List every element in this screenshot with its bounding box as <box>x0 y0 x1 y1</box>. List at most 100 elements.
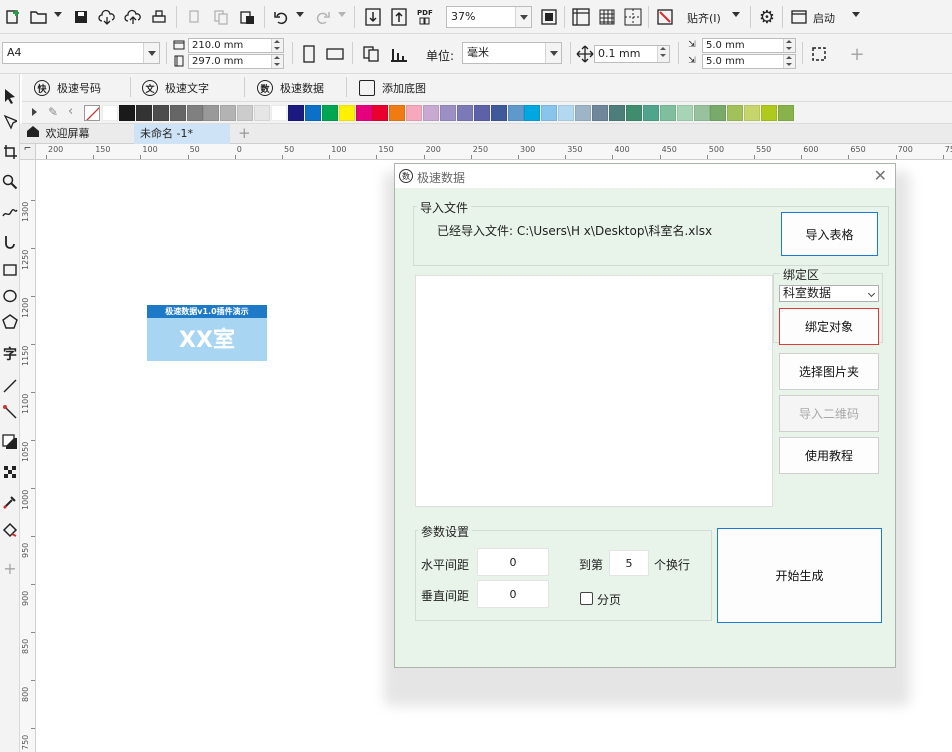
color-swatch[interactable] <box>643 105 659 121</box>
color-swatch[interactable] <box>710 105 726 121</box>
select-image-folder-button[interactable]: 选择图片夹 <box>779 353 879 390</box>
color-swatch[interactable] <box>153 105 169 121</box>
palette-scroll-left-arrow[interactable] <box>32 108 37 116</box>
transparency-tool-icon[interactable] <box>0 460 20 484</box>
no-color-swatch[interactable] <box>84 105 100 121</box>
paginate-checkbox[interactable] <box>580 592 593 605</box>
show-grid-icon[interactable] <box>596 6 618 28</box>
color-swatch[interactable] <box>778 105 794 121</box>
options-gear-icon[interactable]: ⚙ <box>756 6 778 28</box>
open-dropdown-arrow[interactable] <box>54 12 62 17</box>
color-swatch[interactable] <box>119 105 135 121</box>
parallel-dimension-tool-icon[interactable] <box>0 374 20 398</box>
page-width-spinner[interactable] <box>271 39 283 52</box>
launch-dropdown-arrow[interactable] <box>852 12 860 17</box>
bind-object-button[interactable]: 绑定对象 <box>779 308 879 345</box>
plugin-fast-number-button[interactable]: 快 极速号码 <box>34 78 101 98</box>
zoom-dropdown-arrow[interactable] <box>515 7 531 27</box>
snap-dropdown-arrow[interactable] <box>732 12 740 17</box>
rectangle-tool-icon[interactable] <box>0 258 20 282</box>
color-swatch[interactable] <box>575 105 591 121</box>
freehand-tool-icon[interactable] <box>0 200 20 224</box>
page-size-dropdown-arrow[interactable] <box>143 43 159 63</box>
horizontal-ruler[interactable]: 200 150 100 50 0 50 100 150 200 250 300 350 400 450 50… <box>36 144 952 160</box>
pick-tool-icon[interactable] <box>0 84 20 108</box>
ellipse-tool-icon[interactable] <box>0 284 20 308</box>
redo-icon[interactable] <box>312 6 334 28</box>
undo-dropdown-arrow[interactable] <box>296 12 304 17</box>
ruler-origin[interactable]: ⌐ <box>20 144 36 160</box>
data-list-panel[interactable] <box>415 275 773 507</box>
full-screen-preview-icon[interactable] <box>538 6 560 28</box>
tab-welcome-screen[interactable]: 欢迎屏幕 <box>20 124 132 144</box>
connector-tool-icon[interactable] <box>0 400 20 424</box>
color-swatch[interactable] <box>677 105 693 121</box>
color-swatch[interactable] <box>541 105 557 121</box>
zoom-tool-icon[interactable] <box>0 170 20 194</box>
wrap-count-input[interactable]: 5 <box>609 550 649 576</box>
color-swatch[interactable] <box>524 105 540 121</box>
plugin-fast-data-button[interactable]: 数 极速数据 <box>257 78 324 98</box>
text-tool-icon[interactable]: 字 <box>0 342 20 366</box>
add-icon[interactable]: + <box>846 43 868 65</box>
cloud-upload-icon[interactable] <box>122 6 144 28</box>
eyedropper-tool-icon[interactable] <box>0 490 20 514</box>
color-swatch[interactable] <box>744 105 760 121</box>
redo-dropdown-arrow[interactable] <box>338 12 346 17</box>
color-swatch[interactable] <box>609 105 625 121</box>
color-swatch[interactable] <box>626 105 642 121</box>
start-generate-button[interactable]: 开始生成 <box>717 528 882 623</box>
zoom-level-select[interactable]: 37% <box>446 6 532 28</box>
dialog-titlebar[interactable]: 数 极速数据 ✕ <box>395 164 895 188</box>
color-swatch[interactable] <box>254 105 270 121</box>
color-swatch[interactable] <box>592 105 608 121</box>
import-qr-code-button[interactable]: 导入二维码 <box>779 395 879 432</box>
snap-to-label[interactable]: 贴齐(I) <box>687 10 721 26</box>
artistic-media-tool-icon[interactable] <box>0 230 20 254</box>
cloud-download-icon[interactable] <box>96 6 118 28</box>
color-swatch[interactable] <box>727 105 743 121</box>
import-table-button[interactable]: 导入表格 <box>781 212 878 256</box>
color-swatch[interactable] <box>440 105 456 121</box>
crop-tool-icon[interactable] <box>0 140 20 164</box>
add-tab-icon[interactable]: + <box>232 124 252 144</box>
plugin-fast-text-button[interactable]: 文 极速文字 <box>142 78 209 98</box>
color-swatch[interactable] <box>102 105 118 121</box>
color-swatch[interactable] <box>389 105 405 121</box>
page-size-select[interactable]: A4 <box>2 42 160 64</box>
color-swatch[interactable] <box>508 105 524 121</box>
vertical-spacing-input[interactable]: 0 <box>477 580 549 608</box>
show-rulers-icon[interactable] <box>570 6 592 28</box>
units-select[interactable]: 毫米 <box>462 42 562 64</box>
eyedropper-icon[interactable]: ✎ <box>48 105 58 119</box>
bind-field-select[interactable]: 科室数据 <box>779 285 879 302</box>
close-icon[interactable]: ✕ <box>874 166 887 185</box>
nudge-distance-input[interactable]: 0.1 mm <box>594 45 670 63</box>
color-swatch[interactable] <box>474 105 490 121</box>
color-swatch[interactable] <box>170 105 186 121</box>
color-swatch[interactable] <box>491 105 507 121</box>
nudge-distance-spinner[interactable] <box>657 46 669 62</box>
color-swatch[interactable] <box>288 105 304 121</box>
add-tool-icon[interactable]: + <box>0 556 20 580</box>
color-swatch[interactable] <box>457 105 473 121</box>
shape-tool-icon[interactable] <box>0 110 20 134</box>
paste-icon[interactable] <box>236 6 258 28</box>
duplicate-y-spinner[interactable] <box>783 55 795 68</box>
tutorial-button[interactable]: 使用教程 <box>779 437 879 474</box>
horizontal-spacing-input[interactable]: 0 <box>477 548 549 576</box>
show-guidelines-icon[interactable] <box>622 6 644 28</box>
palette-prev-arrow[interactable]: ‹ <box>68 104 73 119</box>
color-swatch[interactable] <box>339 105 355 121</box>
page-height-input[interactable]: 297.0 mm <box>188 54 284 69</box>
color-swatch[interactable] <box>271 105 287 121</box>
color-swatch[interactable] <box>322 105 338 121</box>
color-swatch[interactable] <box>136 105 152 121</box>
copy-icon[interactable] <box>210 6 232 28</box>
vertical-ruler[interactable]: 1300 1250 1200 1150 1100 1050 1000 950 900 850 800… <box>20 160 36 752</box>
print-icon[interactable] <box>148 6 170 28</box>
launch-icon[interactable] <box>788 6 810 28</box>
color-swatch[interactable] <box>694 105 710 121</box>
publish-pdf-icon[interactable]: PDF <box>414 6 436 28</box>
duplicate-x-spinner[interactable] <box>783 39 795 52</box>
